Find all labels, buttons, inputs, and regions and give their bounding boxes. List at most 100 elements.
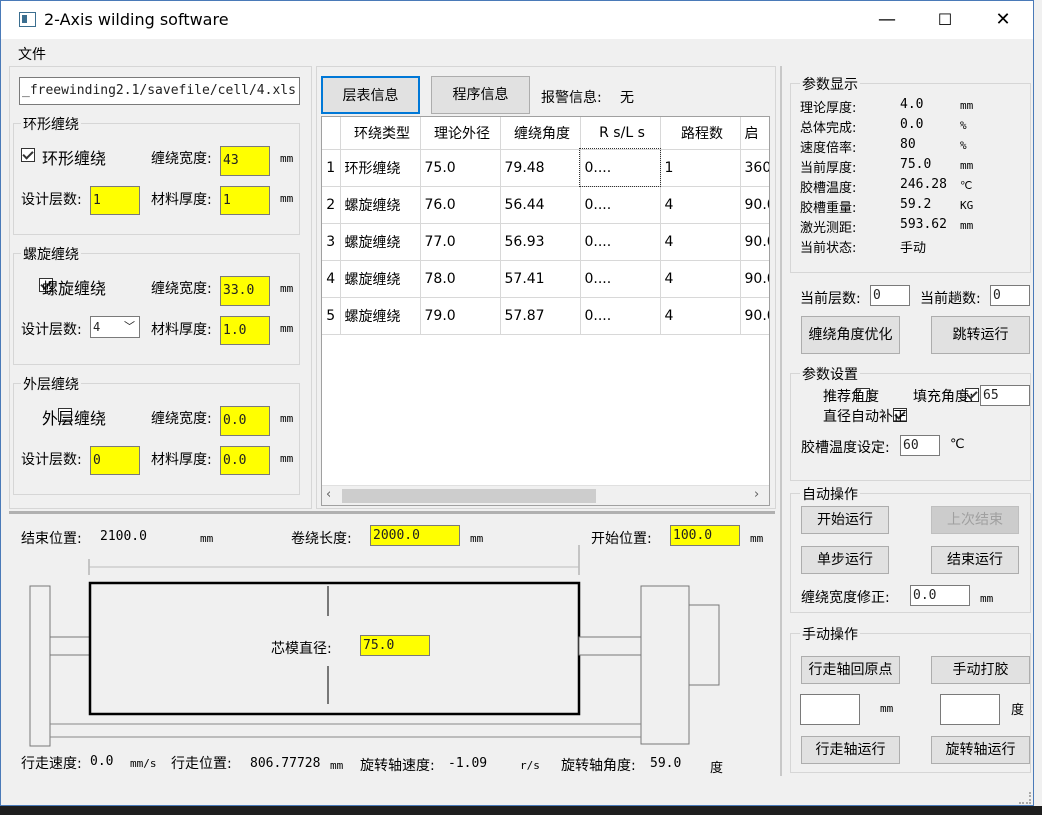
cell-type[interactable]: 环形缠绕 (340, 149, 421, 187)
table-row[interactable]: 1 环形缠绕 75.0 79.48 0.... 1 360 (322, 148, 769, 187)
horizontal-scrollbar[interactable]: ‹ › (322, 485, 769, 505)
cell-start[interactable]: 90.0 (740, 297, 769, 335)
helix-layers-label: 设计层数: (21, 322, 82, 338)
cell-paths[interactable]: 4 (660, 297, 741, 335)
cell-angle[interactable]: 57.87 (500, 297, 581, 335)
col-header-diameter[interactable]: 理论外径 (420, 117, 501, 150)
helix-thick-input[interactable]: 1.0 (220, 316, 270, 345)
col-header-start[interactable]: 启 (740, 117, 769, 150)
cell-rsls[interactable]: 0.... (580, 297, 661, 335)
scroll-left-icon[interactable]: ‹ (326, 487, 331, 502)
cur-trip-input[interactable]: 0 (990, 285, 1030, 306)
cell-paths[interactable]: 4 (660, 260, 741, 298)
right-divider (780, 66, 782, 776)
resize-grip-icon[interactable] (1019, 792, 1031, 804)
fill-angle-input[interactable]: 65 (980, 385, 1030, 406)
param-value: 246.28 (900, 177, 947, 192)
step-run-button[interactable]: 单步运行 (801, 546, 889, 574)
cell-angle[interactable]: 56.44 (500, 186, 581, 224)
outer-width-input[interactable]: 0.0 (220, 406, 270, 436)
auto-group-title: 自动操作 (800, 484, 860, 504)
home-button[interactable]: 行走轴回原点 (801, 656, 900, 684)
col-header-type[interactable]: 环绕类型 (340, 117, 421, 150)
table-corner (322, 117, 341, 150)
jump-run-button[interactable]: 跳转运行 (931, 316, 1030, 354)
travel-run-button[interactable]: 行走轴运行 (801, 736, 900, 764)
hoop-width-input[interactable]: 43 (220, 146, 270, 176)
param-label: 当前状态: (800, 241, 857, 256)
hoop-width-unit: mm (280, 152, 294, 165)
rot-speed-label: 旋转轴速度: (360, 758, 435, 774)
scroll-right-icon[interactable]: › (754, 487, 759, 502)
tab-program-info[interactable]: 程序信息 (431, 76, 530, 114)
cell-start[interactable]: 90.0 (740, 260, 769, 298)
close-button[interactable]: ✕ (974, 1, 1032, 39)
helix-width-input[interactable]: 33.0 (220, 276, 270, 306)
cell-paths[interactable]: 1 (660, 149, 741, 187)
params-group-title: 参数显示 (800, 74, 860, 94)
cell-paths[interactable]: 4 (660, 223, 741, 261)
core-dia-input[interactable]: 75.0 (360, 635, 430, 656)
table-row[interactable]: 3螺旋缠绕77.056.930....490.0 (322, 223, 769, 261)
col-header-paths[interactable]: 路程数 (660, 117, 741, 150)
cell-type[interactable]: 螺旋缠绕 (340, 186, 421, 224)
cell-start[interactable]: 90.0 (740, 223, 769, 261)
cell-diameter[interactable]: 79.0 (420, 297, 501, 335)
cell-diameter[interactable]: 78.0 (420, 260, 501, 298)
cell-type[interactable]: 螺旋缠绕 (340, 297, 421, 335)
menu-file[interactable]: 文件 (18, 44, 46, 64)
cell-angle[interactable]: 57.41 (500, 260, 581, 298)
cell-type[interactable]: 螺旋缠绕 (340, 223, 421, 261)
filepath-input[interactable]: _freewinding2.1/savefile/cell/4.xls (19, 77, 300, 105)
maximize-button[interactable]: ☐ (916, 1, 974, 39)
cell-rsls[interactable]: 0.... (580, 260, 661, 298)
table-row[interactable]: 5螺旋缠绕79.057.870....490.0 (322, 297, 769, 335)
end-run-button[interactable]: 结束运行 (931, 546, 1019, 574)
start-run-button[interactable]: 开始运行 (801, 506, 889, 534)
col-header-rsls[interactable]: R s/L s (580, 117, 661, 150)
hoop-layers-input[interactable]: 1 (90, 186, 140, 215)
cell-paths[interactable]: 4 (660, 186, 741, 224)
background-console-edge (0, 806, 1042, 815)
width-fix-input[interactable]: 0.0 (910, 585, 970, 606)
tab-layer-info[interactable]: 层表信息 (321, 76, 420, 114)
outer-layers-input[interactable]: 0 (90, 446, 140, 475)
cell-angle[interactable]: 79.48 (500, 149, 581, 187)
cell-rsls[interactable]: 0.... (580, 223, 661, 261)
cell-start[interactable]: 90.0 (740, 186, 769, 224)
helix-layers-select[interactable]: 4 ﹀ (90, 316, 140, 338)
temp-setting-unit: ℃ (950, 437, 965, 452)
cell-rsls[interactable]: 0.... (580, 186, 661, 224)
rotation-degree-unit: 度 (1011, 703, 1025, 718)
cell-diameter[interactable]: 77.0 (420, 223, 501, 261)
rotation-run-button[interactable]: 旋转轴运行 (931, 736, 1030, 764)
manual-glue-button[interactable]: 手动打胶 (931, 656, 1030, 684)
rotation-degree-input[interactable] (940, 694, 1000, 725)
cell-start[interactable]: 360 (740, 149, 769, 187)
hoop-thick-input[interactable]: 1 (220, 186, 270, 215)
right-motor (688, 604, 720, 686)
cell-rsls[interactable]: 0.... (579, 148, 661, 187)
cell-diameter[interactable]: 75.0 (420, 149, 501, 187)
hoop-checkbox[interactable] (21, 148, 35, 162)
param-label: 总体完成: (800, 121, 857, 136)
params-list: 理论厚度: 4.0 mm 总体完成: 0.0% 速度倍率: 80% 当前厚度: 75.0 mm 胶槽… (800, 97, 1030, 257)
cell-type[interactable]: 螺旋缠绕 (340, 260, 421, 298)
minimize-button[interactable]: — (858, 1, 916, 39)
background-window-edge (1034, 0, 1042, 815)
cur-layer-input[interactable]: 0 (870, 285, 910, 306)
outer-width-label: 缠绕宽度: (151, 411, 212, 427)
table-row[interactable]: 4螺旋缠绕78.057.410....490.0 (322, 260, 769, 298)
col-header-angle[interactable]: 缠绕角度 (500, 117, 581, 150)
table-row[interactable]: 2螺旋缠绕76.056.440....490.0 (322, 186, 769, 224)
outer-thick-input[interactable]: 0.0 (220, 446, 270, 475)
travel-speed-value: 0.0 (90, 754, 114, 769)
last-end-button[interactable]: 上次结束 (931, 506, 1019, 534)
cell-diameter[interactable]: 76.0 (420, 186, 501, 224)
temp-setting-input[interactable]: 60 (900, 435, 940, 456)
travel-distance-input[interactable] (800, 694, 860, 725)
optimize-angle-button[interactable]: 缠绕角度优化 (801, 316, 900, 354)
scrollbar-thumb[interactable] (342, 489, 596, 503)
param-row: 当前厚度: 75.0 mm (800, 157, 1030, 177)
cell-angle[interactable]: 56.93 (500, 223, 581, 261)
